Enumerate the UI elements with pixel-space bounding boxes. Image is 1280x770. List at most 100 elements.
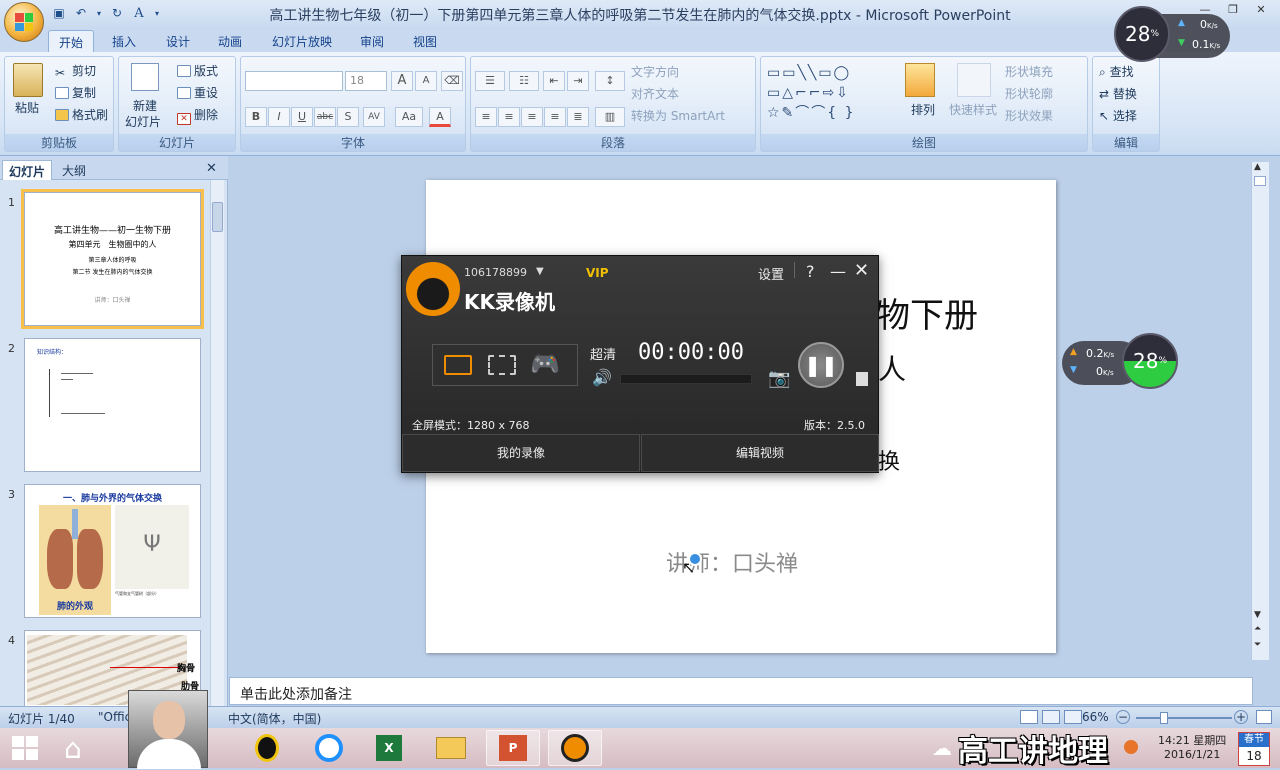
shape-effects-button[interactable]: 形状效果	[1005, 107, 1053, 124]
reset-button[interactable]: 重设	[177, 84, 218, 101]
new-slide-icon[interactable]	[131, 63, 159, 91]
excel-icon[interactable]: X	[362, 730, 416, 766]
replace-button[interactable]: ⇄ 替换	[1099, 85, 1137, 102]
tab-design[interactable]: 设计	[156, 30, 200, 52]
kk-minimize-button[interactable]: —	[830, 262, 846, 281]
office-button[interactable]	[4, 2, 44, 42]
zoom-out-icon[interactable]: −	[1116, 710, 1130, 724]
distribute-icon[interactable]: ≣	[567, 107, 589, 127]
close-button[interactable]: ✕	[1248, 0, 1274, 18]
clear-format-icon[interactable]: ⌫	[441, 71, 463, 91]
tab-outline[interactable]: 大纲	[56, 160, 92, 180]
file-explorer-icon[interactable]	[424, 730, 478, 766]
clock-time[interactable]: 14:21 星期四	[1158, 732, 1226, 748]
slide-thumbnail-1[interactable]: 高工讲生物——初一生物下册 第四单元 生物圈中的人 第三章人体的呼吸 第二节 发…	[21, 189, 204, 329]
cpu-gauge-top[interactable]: 28%	[1114, 6, 1170, 62]
slideshow-view-icon[interactable]	[1064, 710, 1082, 724]
kk-screenshot-icon[interactable]: 📷	[768, 368, 790, 389]
next-slide-icon[interactable]: ⏷	[1254, 640, 1261, 650]
line-spacing-icon[interactable]: ↕	[595, 71, 625, 91]
edit-video-button[interactable]: 编辑视频	[641, 434, 879, 472]
kk-volume-bar[interactable]	[620, 374, 752, 384]
select-button[interactable]: ↖ 选择	[1099, 107, 1137, 124]
arrange-icon[interactable]	[905, 63, 935, 97]
kk-close-button[interactable]: ✕	[854, 260, 869, 281]
align-text-button[interactable]: 对齐文本	[631, 85, 679, 102]
shape-outline-button[interactable]: 形状轮廓	[1005, 85, 1053, 102]
cut-button[interactable]: ✂ 剪切	[55, 62, 96, 80]
paste-button[interactable]: 粘贴	[15, 99, 39, 116]
shape-fill-button[interactable]: 形状填充	[1005, 63, 1053, 80]
align-center-icon[interactable]: ≡	[498, 107, 520, 127]
my-recordings-button[interactable]: 我的录像	[402, 434, 640, 472]
decrease-indent-icon[interactable]: ⇤	[543, 71, 565, 91]
char-spacing-button[interactable]: AV	[363, 107, 385, 127]
tab-slideshow[interactable]: 幻灯片放映	[262, 30, 342, 52]
game-mode-icon[interactable]: 🎮	[530, 350, 560, 378]
bold-button[interactable]: B	[245, 107, 267, 127]
shadow-button[interactable]: S	[337, 107, 359, 127]
strikethrough-button[interactable]: abc	[314, 107, 336, 127]
tab-insert[interactable]: 插入	[102, 30, 146, 52]
italic-button[interactable]: I	[268, 107, 290, 127]
kk-pause-button[interactable]: ❚❚	[798, 342, 844, 388]
align-right-icon[interactable]: ≡	[521, 107, 543, 127]
restore-button[interactable]: ❐	[1220, 0, 1246, 18]
paste-icon[interactable]	[13, 63, 43, 97]
zoom-slider-handle[interactable]	[1160, 712, 1168, 724]
scroll-up-icon[interactable]: ▲	[1254, 162, 1261, 172]
calendar-widget[interactable]: 春节 18	[1238, 732, 1270, 766]
format-painter-button[interactable]: 格式刷	[55, 106, 108, 123]
slide-thumbnail-3[interactable]: 一、肺与外界的气体交换 肺的外观 Ψ 气管和支气管树（部分）	[24, 484, 201, 618]
scroll-down-icon[interactable]: ▼	[1254, 610, 1261, 620]
layout-button[interactable]: 版式	[177, 62, 218, 79]
home-icon[interactable]: ⌂	[64, 732, 82, 765]
kk-settings-button[interactable]: 设置	[758, 264, 784, 283]
tab-review[interactable]: 审阅	[350, 30, 394, 52]
delete-button[interactable]: ✕ 删除	[177, 106, 218, 125]
prev-slide-icon[interactable]: ⏶	[1254, 624, 1261, 634]
new-slide-label-2[interactable]: 幻灯片	[125, 113, 161, 130]
grow-font-button[interactable]: A	[391, 71, 413, 91]
quick-styles-icon[interactable]	[957, 63, 991, 97]
bullets-icon[interactable]: ☰	[475, 71, 505, 91]
kk-recorder-taskbar-icon[interactable]	[548, 730, 602, 766]
tab-slides[interactable]: 幻灯片	[2, 160, 53, 180]
find-button[interactable]: ⌕ 查找	[1099, 63, 1134, 80]
increase-indent-icon[interactable]: ⇥	[567, 71, 589, 91]
close-panel-icon[interactable]: ✕	[206, 161, 217, 176]
zoom-slider[interactable]	[1136, 717, 1232, 719]
weather-cloud-icon[interactable]: ☁	[932, 736, 952, 760]
new-slide-label-1[interactable]: 新建	[133, 97, 157, 114]
kk-help-button[interactable]: ?	[806, 262, 815, 281]
zoom-level[interactable]: 66%	[1082, 710, 1109, 724]
powerpoint-icon[interactable]: P	[486, 730, 540, 766]
justify-icon[interactable]: ≡	[544, 107, 566, 127]
quick-styles-button[interactable]: 快速样式	[949, 101, 997, 118]
arrange-button[interactable]: 排列	[911, 101, 935, 118]
clock-date[interactable]: 2016/1/21	[1164, 748, 1220, 761]
tab-animation[interactable]: 动画	[208, 30, 252, 52]
align-left-icon[interactable]: ≡	[475, 107, 497, 127]
numbering-icon[interactable]: ☷	[509, 71, 539, 91]
tab-view[interactable]: 视图	[403, 30, 447, 52]
kk-quality[interactable]: 超清	[590, 344, 616, 363]
vscroll-thumb[interactable]	[1254, 176, 1266, 186]
fit-window-icon[interactable]	[1256, 710, 1272, 724]
sorter-view-icon[interactable]	[1042, 710, 1060, 724]
browser-icon[interactable]	[302, 730, 356, 766]
font-color-button[interactable]: A	[429, 107, 451, 127]
region-mode-icon[interactable]	[488, 355, 516, 375]
font-size-combo[interactable]: 18	[345, 71, 387, 91]
font-name-combo[interactable]	[245, 71, 343, 91]
normal-view-icon[interactable]	[1020, 710, 1038, 724]
copy-button[interactable]: 复制	[55, 84, 96, 101]
kk-account-id[interactable]: 106178899	[464, 266, 527, 279]
start-windows-icon[interactable]	[12, 736, 38, 760]
text-direction-button[interactable]: 文字方向	[631, 63, 679, 80]
kk-volume-icon[interactable]: 🔊	[592, 368, 612, 387]
shrink-font-button[interactable]: A	[415, 71, 437, 91]
account-dropdown-icon[interactable]: ▼	[536, 266, 544, 277]
slide-vertical-scrollbar[interactable]: ▲ ▼ ⏶ ⏷	[1251, 162, 1269, 660]
kk-stop-button[interactable]	[856, 372, 868, 386]
